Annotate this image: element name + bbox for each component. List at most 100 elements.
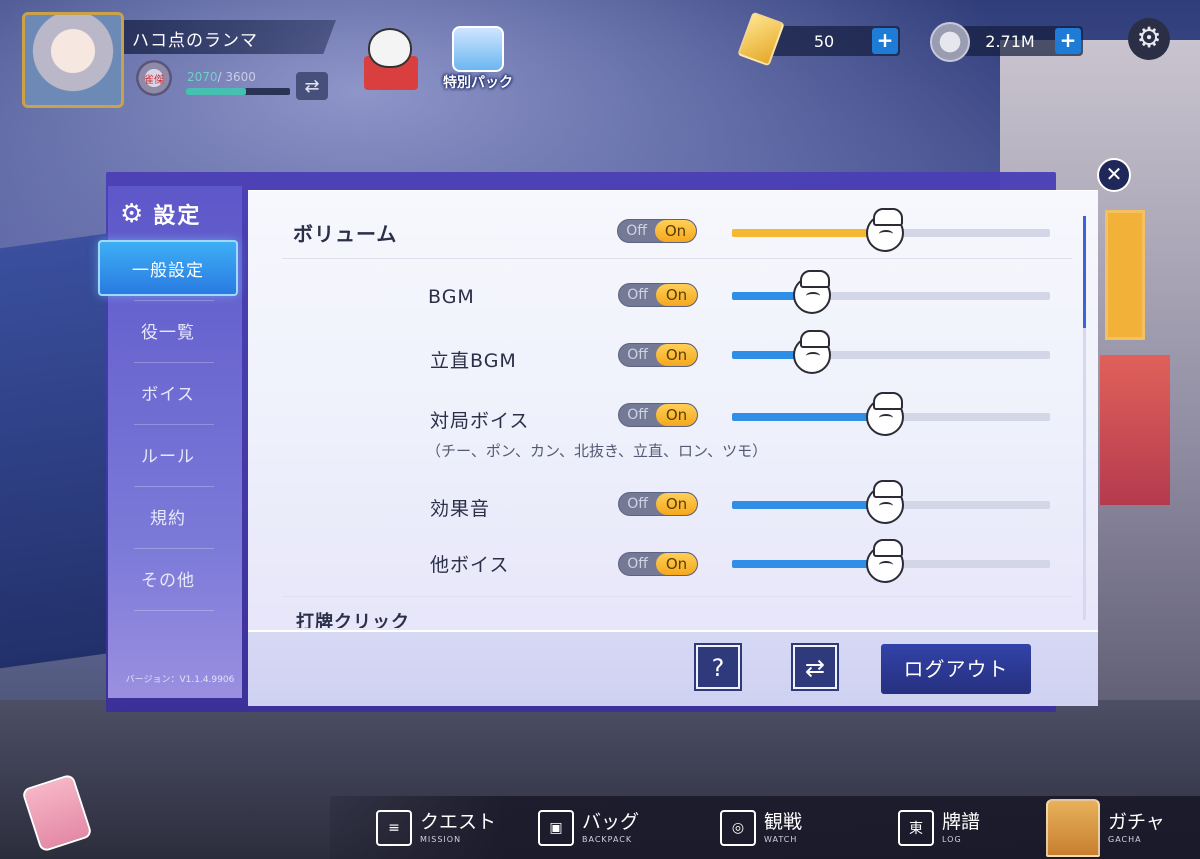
toggle-on-label: On (656, 344, 697, 366)
rank-badge-icon: 雀傑 (136, 60, 172, 96)
bgm-volume-knob[interactable] (792, 270, 831, 314)
scrollbar-thumb[interactable] (1083, 216, 1086, 328)
bgm-label: BGM (428, 286, 475, 308)
row-divider (282, 258, 1072, 259)
toggle-off-label: Off (627, 287, 648, 303)
row-divider (282, 596, 1072, 597)
mail-mascot-icon (368, 28, 412, 68)
riichi-bgm-volume-knob[interactable] (792, 330, 831, 374)
nav-watch-label: 観戦 (764, 810, 803, 833)
add-ticket-button[interactable]: + (872, 28, 898, 54)
sidebar-divider (134, 486, 214, 487)
exp-max: / 3600 (217, 70, 256, 84)
gear-icon: ⚙ (120, 199, 144, 229)
player-avatar[interactable] (22, 12, 124, 108)
master-volume-toggle[interactable]: Off On (617, 219, 697, 243)
background-sign-yellow (1105, 210, 1145, 340)
riichi-bgm-label: 立直BGM (430, 350, 517, 372)
toggle-on-label: On (656, 553, 697, 575)
swap-icon: ⇄ (304, 75, 320, 97)
exp-bar (186, 88, 290, 95)
log-tiles-icon: 東 (898, 810, 934, 846)
coin-amount: 2.71M (985, 32, 1035, 51)
logout-button[interactable]: ログアウト (881, 644, 1031, 694)
nav-backpack[interactable]: ▣ バッグ BACKPACK (538, 800, 639, 856)
background-sign-red (1100, 355, 1170, 505)
help-button[interactable]: ? (694, 643, 742, 691)
coin-icon (930, 22, 970, 62)
toggle-off-label: Off (626, 223, 647, 239)
special-pack-button[interactable]: 特別パック (440, 22, 516, 94)
backpack-icon: ▣ (538, 810, 574, 846)
master-volume-label: ボリューム (293, 222, 398, 246)
tab-general[interactable]: 一般設定 (98, 240, 238, 296)
tab-other[interactable]: その他 (98, 550, 238, 606)
ticket-amount: 50 (813, 32, 835, 51)
exp-current: 2070 (187, 70, 218, 84)
nav-backpack-sub: BACKPACK (582, 834, 633, 844)
sidebar-divider (134, 548, 214, 549)
nav-quest-label: クエスト (420, 810, 497, 833)
bgm-volume-slider[interactable] (732, 292, 1050, 300)
settings-title-text: 設定 (153, 204, 202, 229)
discard-click-section-heading: 打牌クリック (296, 612, 410, 628)
other-voice-volume-knob[interactable] (865, 539, 904, 583)
nav-watch[interactable]: ◎ 観戦 WATCH (720, 800, 802, 856)
watch-icon: ◎ (720, 810, 756, 846)
gacha-ramen-icon (1046, 799, 1100, 857)
nav-log-label: 牌譜 (942, 810, 981, 833)
toggle-off-label: Off (627, 407, 648, 423)
nav-quest-sub: MISSION (420, 834, 462, 844)
slider-fill (732, 560, 885, 568)
toggle-on-label: On (655, 220, 696, 242)
other-voice-toggle[interactable]: Off On (618, 552, 698, 576)
nav-backpack-label: バッグ (582, 810, 640, 833)
match-voice-toggle[interactable]: Off On (618, 403, 698, 427)
nav-gacha[interactable]: ガチャ GACHA (1046, 799, 1165, 857)
bgm-toggle[interactable]: Off On (618, 283, 698, 307)
toggle-on-label: On (656, 493, 697, 515)
toggle-off-label: Off (627, 347, 648, 363)
slider-fill (732, 413, 885, 421)
pack-bag-icon (452, 26, 504, 72)
rank-badge-text: 雀傑 (144, 74, 164, 86)
sound-effects-toggle[interactable]: Off On (618, 492, 698, 516)
nav-watch-sub: WATCH (764, 834, 798, 844)
player-name: ハコ点のランマ (132, 31, 258, 51)
slider-fill (732, 501, 885, 509)
exp-bar-fill (186, 88, 246, 95)
nav-log[interactable]: 東 牌譜 LOG (898, 800, 980, 856)
settings-gear-icon[interactable]: ⚙ (1128, 18, 1170, 60)
tab-terms[interactable]: 規約 (98, 488, 238, 544)
sidebar-divider (134, 424, 214, 425)
sound-effects-volume-knob[interactable] (865, 480, 904, 524)
tab-yaku-list[interactable]: 役一覧 (98, 302, 238, 358)
match-voice-label: 対局ボイス (430, 410, 530, 432)
nav-gacha-label: ガチャ (1108, 810, 1165, 833)
switch-account-button[interactable]: ⇄ (791, 643, 839, 691)
add-coin-button[interactable]: + (1055, 28, 1081, 54)
nav-quest[interactable]: ≡ クエスト MISSION (376, 800, 496, 856)
tab-rules[interactable]: ルール (98, 426, 238, 482)
mail-button[interactable] (360, 26, 420, 92)
tab-voice[interactable]: ボイス (98, 364, 238, 420)
riichi-bgm-toggle[interactable]: Off On (618, 343, 698, 367)
sidebar-divider (134, 300, 214, 301)
match-voice-volume-knob[interactable] (865, 392, 904, 436)
swap-rank-button[interactable]: ⇄ (296, 72, 328, 100)
match-voice-note: （チー、ポン、カン、北抜き、立直、ロン、ツモ） (426, 442, 768, 460)
sidebar-divider (134, 610, 214, 611)
exp-text: 2070/ 3600 (187, 70, 256, 84)
settings-title: ⚙ 設定 (120, 196, 240, 232)
nav-gacha-sub: GACHA (1108, 834, 1142, 844)
toggle-on-label: On (656, 284, 697, 306)
master-volume-knob[interactable] (865, 208, 904, 252)
special-pack-label: 特別パック (443, 75, 513, 91)
toggle-off-label: Off (627, 556, 648, 572)
toggle-off-label: Off (627, 496, 648, 512)
riichi-bgm-volume-slider[interactable] (732, 351, 1050, 359)
toggle-on-label: On (656, 404, 697, 426)
close-icon[interactable]: ✕ (1097, 158, 1131, 192)
other-voice-label: 他ボイス (430, 554, 510, 576)
sidebar-divider (134, 362, 214, 363)
